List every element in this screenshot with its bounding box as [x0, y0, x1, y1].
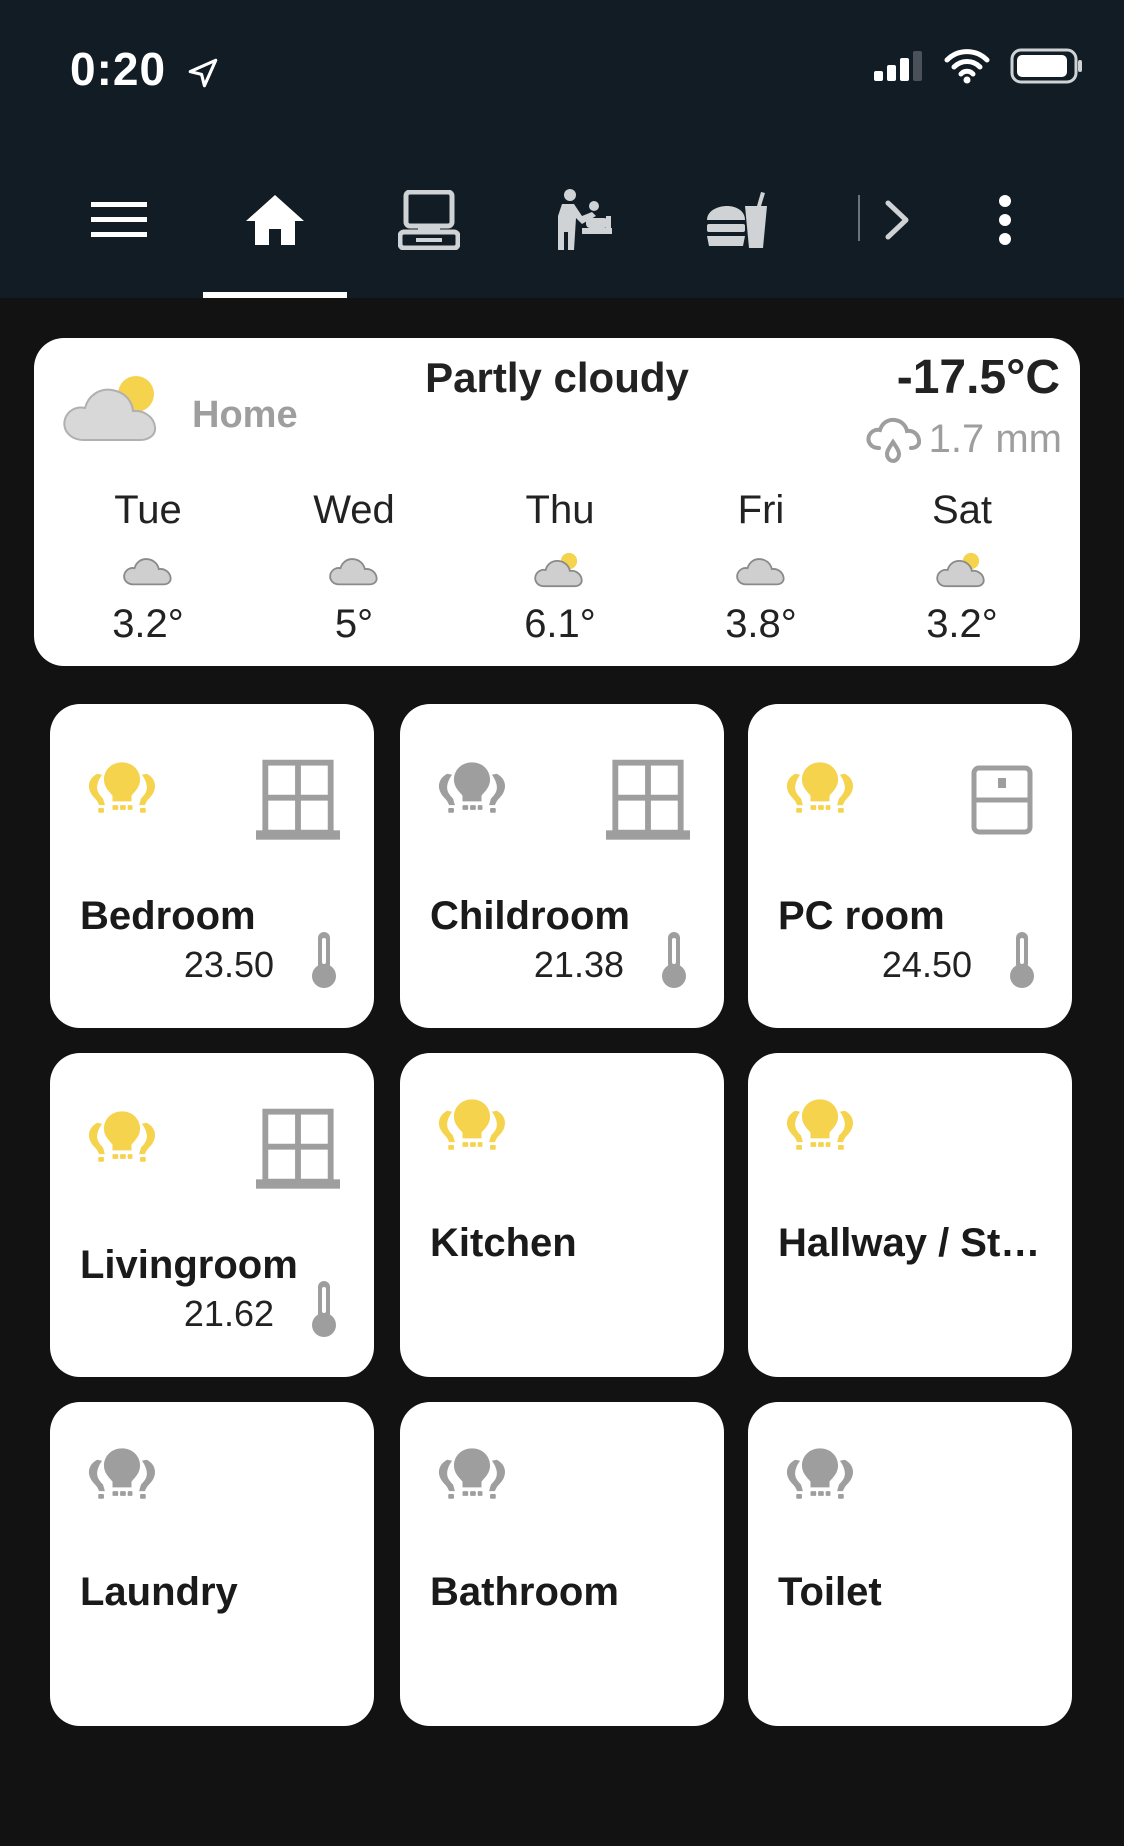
- room-temperature: 23.50: [183, 944, 274, 985]
- weather-precipitation: 1.7 mm: [865, 414, 1062, 464]
- room-name: PC room: [778, 894, 945, 938]
- thermometer-icon: [308, 1279, 340, 1339]
- room-temperature: 21.62: [183, 1293, 274, 1334]
- forecast-day: Fri 3.8°: [725, 488, 797, 646]
- forecast-day: Sat 3.2°: [926, 488, 998, 646]
- room-name: Toilet: [778, 1570, 882, 1614]
- room-card-pc-room[interactable]: PC room 24.50: [748, 704, 1072, 1028]
- light-bulb-icon[interactable]: [434, 760, 510, 818]
- window-closed-icon: [606, 758, 690, 842]
- signal-icon: [874, 51, 922, 81]
- status-time: 0:20: [70, 42, 220, 96]
- room-name: Livingroom: [80, 1243, 298, 1287]
- room-name: Hallway / St…: [778, 1221, 1041, 1265]
- room-card-childroom[interactable]: Childroom 21.38: [400, 704, 724, 1028]
- food-drink-icon: [707, 192, 767, 248]
- battery-icon: [1010, 48, 1082, 84]
- window-closed-icon: [256, 1107, 340, 1191]
- chevron-right-icon: [885, 200, 909, 240]
- cloudy-icon: [327, 552, 381, 588]
- tab-home[interactable]: [230, 188, 320, 252]
- rain-cloud-icon: [866, 417, 921, 464]
- thermometer-icon: [1006, 930, 1038, 990]
- tab-kitchen[interactable]: [692, 188, 782, 252]
- room-name: Bedroom: [80, 894, 256, 938]
- room-temperature: 24.50: [881, 944, 972, 985]
- partly-cloudy-icon: [533, 550, 587, 590]
- light-bulb-icon[interactable]: [434, 1097, 510, 1155]
- tab-childroom[interactable]: [538, 188, 628, 252]
- weather-location: Home: [192, 394, 298, 436]
- tab-bar: [0, 170, 1124, 298]
- light-bulb-icon[interactable]: [84, 1109, 160, 1167]
- window-open-icon: [966, 758, 1038, 842]
- tab-pc[interactable]: [384, 188, 474, 252]
- room-card-laundry[interactable]: Laundry: [50, 1402, 374, 1726]
- room-name: Laundry: [80, 1570, 238, 1614]
- light-bulb-icon[interactable]: [434, 1446, 510, 1504]
- room-temperature: 21.38: [533, 944, 624, 985]
- light-bulb-icon[interactable]: [782, 1097, 858, 1155]
- baby-changing-icon: [558, 189, 612, 250]
- menu-button[interactable]: [74, 188, 164, 252]
- wifi-icon: [944, 49, 990, 84]
- weather-temperature: -17.5°C: [896, 351, 1060, 404]
- top-bar: 0:20: [0, 0, 1124, 298]
- room-card-bathroom[interactable]: Bathroom: [400, 1402, 724, 1726]
- status-icons: [872, 48, 1084, 84]
- partly-cloudy-icon: [935, 550, 989, 590]
- desktop-icon: [398, 190, 460, 250]
- home-icon: [246, 195, 304, 245]
- room-card-bedroom[interactable]: Bedroom 23.50: [50, 704, 374, 1028]
- forecast-day: Wed 5°: [313, 488, 395, 646]
- scroll-tabs-right-button[interactable]: [852, 188, 942, 252]
- light-bulb-icon[interactable]: [84, 760, 160, 818]
- room-card-livingroom[interactable]: Livingroom 21.62: [50, 1053, 374, 1377]
- light-bulb-icon[interactable]: [84, 1446, 160, 1504]
- thermometer-icon: [658, 930, 690, 990]
- location-arrow-icon: [188, 58, 218, 88]
- cloudy-icon: [121, 552, 175, 588]
- weather-card[interactable]: Partly cloudy Home -17.5°C 1.7 mm Tue 3.…: [34, 338, 1080, 666]
- thermometer-icon: [308, 930, 340, 990]
- room-card-kitchen[interactable]: Kitchen: [400, 1053, 724, 1377]
- light-bulb-icon[interactable]: [782, 1446, 858, 1504]
- room-card-toilet[interactable]: Toilet: [748, 1402, 1072, 1726]
- menu-icon: [91, 202, 147, 237]
- active-tab-indicator: [203, 292, 347, 298]
- more-vertical-icon: [999, 195, 1011, 245]
- room-name: Childroom: [430, 894, 630, 938]
- weather-forecast: Tue 3.2° Wed 5° Thu 6.1° Fri 3.8° Sat 3.…: [34, 488, 1080, 658]
- cloudy-icon: [734, 552, 788, 588]
- room-card-hallway[interactable]: Hallway / St…: [748, 1053, 1072, 1377]
- forecast-day: Tue 3.2°: [112, 488, 184, 646]
- forecast-day: Thu 6.1°: [524, 488, 596, 646]
- room-name: Bathroom: [430, 1570, 619, 1614]
- room-name: Kitchen: [430, 1221, 577, 1265]
- light-bulb-icon[interactable]: [782, 760, 858, 818]
- overflow-menu-button[interactable]: [960, 188, 1050, 252]
- window-closed-icon: [256, 758, 340, 842]
